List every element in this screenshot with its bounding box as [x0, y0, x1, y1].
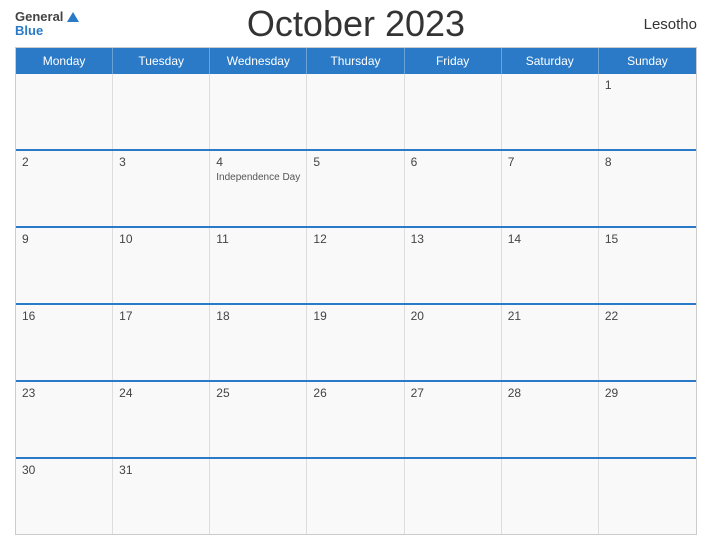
day-cell: 4 Independence Day — [210, 151, 307, 226]
day-number: 19 — [313, 309, 397, 323]
day-cell: 20 — [405, 305, 502, 380]
day-number: 26 — [313, 386, 397, 400]
day-cell — [405, 459, 502, 534]
day-cell: 9 — [16, 228, 113, 303]
day-header-wednesday: Wednesday — [210, 48, 307, 74]
day-number: 29 — [605, 386, 690, 400]
day-cell: 15 — [599, 228, 696, 303]
week-row-5: 23 24 25 26 27 28 29 — [16, 380, 696, 457]
day-number: 4 — [216, 155, 300, 169]
day-header-thursday: Thursday — [307, 48, 404, 74]
day-cell: 24 — [113, 382, 210, 457]
day-cell — [210, 74, 307, 149]
day-cell: 2 — [16, 151, 113, 226]
day-cell — [405, 74, 502, 149]
day-cell — [502, 74, 599, 149]
day-cell: 8 — [599, 151, 696, 226]
day-number: 21 — [508, 309, 592, 323]
day-cell: 10 — [113, 228, 210, 303]
day-cell: 11 — [210, 228, 307, 303]
day-number: 10 — [119, 232, 203, 246]
day-header-friday: Friday — [405, 48, 502, 74]
day-number: 31 — [119, 463, 203, 477]
day-cell: 16 — [16, 305, 113, 380]
day-number: 27 — [411, 386, 495, 400]
logo-general-text: General — [15, 10, 63, 24]
day-number: 8 — [605, 155, 690, 169]
day-cell: 25 — [210, 382, 307, 457]
logo: General Blue — [15, 10, 79, 39]
day-cell — [307, 74, 404, 149]
day-number: 28 — [508, 386, 592, 400]
day-cell: 26 — [307, 382, 404, 457]
day-headers-row: MondayTuesdayWednesdayThursdayFridaySatu… — [16, 48, 696, 74]
day-cell: 6 — [405, 151, 502, 226]
week-row-6: 30 31 — [16, 457, 696, 534]
day-header-sunday: Sunday — [599, 48, 696, 74]
day-cell: 21 — [502, 305, 599, 380]
day-cell: 23 — [16, 382, 113, 457]
day-number: 18 — [216, 309, 300, 323]
day-number: 30 — [22, 463, 106, 477]
day-cell — [599, 459, 696, 534]
day-number: 3 — [119, 155, 203, 169]
day-cell — [16, 74, 113, 149]
calendar-container: General Blue October 2023 Lesotho Monday… — [0, 0, 712, 550]
day-number: 11 — [216, 232, 300, 246]
day-event: Independence Day — [216, 172, 300, 183]
day-cell: 27 — [405, 382, 502, 457]
day-header-tuesday: Tuesday — [113, 48, 210, 74]
day-number: 24 — [119, 386, 203, 400]
day-cell: 22 — [599, 305, 696, 380]
day-cell: 7 — [502, 151, 599, 226]
country-label: Lesotho — [644, 16, 697, 33]
day-number: 20 — [411, 309, 495, 323]
day-number: 1 — [605, 78, 690, 92]
day-cell: 30 — [16, 459, 113, 534]
day-header-saturday: Saturday — [502, 48, 599, 74]
day-cell: 14 — [502, 228, 599, 303]
day-number: 17 — [119, 309, 203, 323]
calendar-grid: MondayTuesdayWednesdayThursdayFridaySatu… — [15, 47, 697, 535]
day-number: 7 — [508, 155, 592, 169]
day-cell: 5 — [307, 151, 404, 226]
weeks-container: 1234Independence Day56789101112131415161… — [16, 74, 696, 534]
day-cell — [113, 74, 210, 149]
day-cell: 3 — [113, 151, 210, 226]
day-number: 6 — [411, 155, 495, 169]
week-row-3: 9 10 11 12 13 14 15 — [16, 226, 696, 303]
calendar-header: General Blue October 2023 Lesotho — [15, 10, 697, 39]
day-cell: 28 — [502, 382, 599, 457]
day-cell — [210, 459, 307, 534]
day-cell: 17 — [113, 305, 210, 380]
day-number: 23 — [22, 386, 106, 400]
day-number: 16 — [22, 309, 106, 323]
week-row-4: 16 17 18 19 20 21 22 — [16, 303, 696, 380]
logo-triangle-icon — [67, 12, 79, 22]
day-number: 25 — [216, 386, 300, 400]
day-number: 5 — [313, 155, 397, 169]
week-row-1: 1 — [16, 74, 696, 149]
day-cell — [307, 459, 404, 534]
day-number: 22 — [605, 309, 690, 323]
day-number: 12 — [313, 232, 397, 246]
day-number: 2 — [22, 155, 106, 169]
day-header-monday: Monday — [16, 48, 113, 74]
day-number: 14 — [508, 232, 592, 246]
day-cell: 13 — [405, 228, 502, 303]
day-cell: 29 — [599, 382, 696, 457]
day-number: 13 — [411, 232, 495, 246]
day-cell: 18 — [210, 305, 307, 380]
day-number: 15 — [605, 232, 690, 246]
day-cell: 19 — [307, 305, 404, 380]
day-cell: 12 — [307, 228, 404, 303]
calendar-title: October 2023 — [247, 3, 465, 45]
week-row-2: 234 Independence Day 5678 — [16, 149, 696, 226]
day-cell: 31 — [113, 459, 210, 534]
logo-blue-text: Blue — [15, 24, 43, 38]
day-cell: 1 — [599, 74, 696, 149]
day-cell — [502, 459, 599, 534]
day-number: 9 — [22, 232, 106, 246]
